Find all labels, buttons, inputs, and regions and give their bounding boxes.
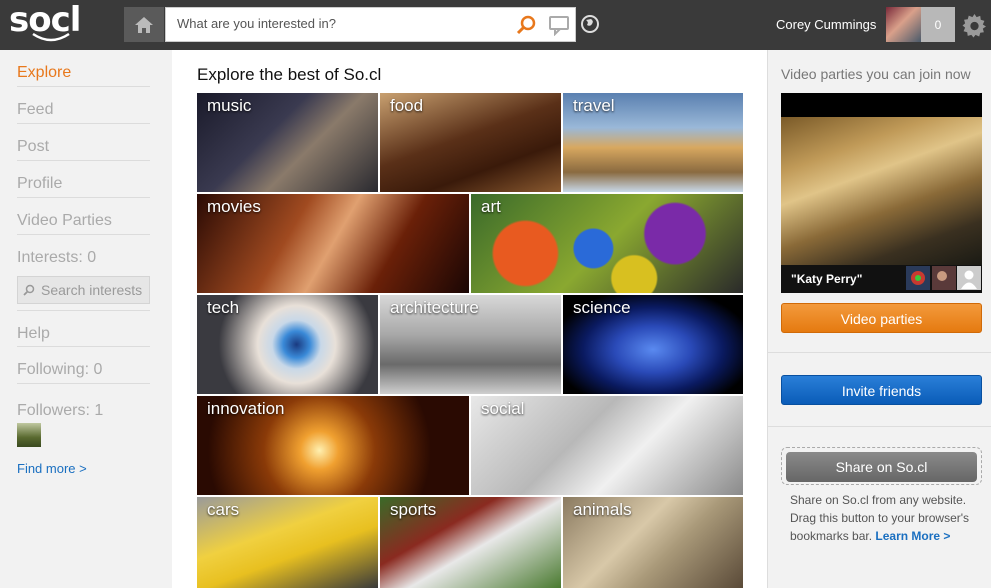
nav-following[interactable]: Following: 0 bbox=[17, 347, 150, 384]
learn-more-link[interactable]: Learn More > bbox=[875, 529, 950, 543]
search-icon bbox=[23, 284, 35, 296]
divider bbox=[768, 352, 991, 353]
video-thumbnail bbox=[781, 117, 982, 265]
nav-help[interactable]: Help bbox=[17, 310, 150, 347]
video-caption: "Katy Perry" bbox=[791, 272, 863, 286]
nav-profile[interactable]: Profile bbox=[17, 161, 150, 198]
tile-architecture[interactable]: architecture bbox=[380, 295, 561, 394]
notification-count[interactable]: 0 bbox=[921, 7, 955, 42]
share-on-socl-button[interactable]: Share on So.cl bbox=[786, 452, 977, 482]
tile-food[interactable]: food bbox=[380, 93, 561, 192]
tile-art[interactable]: art bbox=[471, 194, 743, 293]
home-icon bbox=[135, 16, 153, 33]
tile-tech[interactable]: tech bbox=[197, 295, 378, 394]
home-button[interactable] bbox=[124, 7, 164, 42]
nav-video-parties[interactable]: Video Parties bbox=[17, 198, 150, 235]
follower-avatar[interactable] bbox=[17, 423, 41, 447]
tile-label: art bbox=[481, 197, 501, 216]
tile-label: innovation bbox=[207, 399, 285, 418]
video-parties-button[interactable]: Video parties bbox=[781, 303, 982, 333]
share-bookmarklet-zone: Share on So.cl bbox=[781, 447, 982, 485]
tile-science[interactable]: science bbox=[563, 295, 743, 394]
tile-label: tech bbox=[207, 298, 240, 317]
nav-interests[interactable]: Interests: 0 bbox=[17, 235, 150, 272]
user-avatar[interactable] bbox=[886, 7, 921, 42]
tile-label: architecture bbox=[390, 298, 479, 317]
tile-sports[interactable]: sports bbox=[380, 497, 561, 588]
video-party-preview[interactable]: "Katy Perry" bbox=[781, 93, 982, 293]
top-bar: socl Corey Cummings 0 bbox=[0, 0, 991, 50]
tile-cars[interactable]: cars bbox=[197, 497, 378, 588]
divider bbox=[768, 426, 991, 427]
search-box bbox=[165, 7, 576, 42]
nav-feed[interactable]: Feed bbox=[17, 87, 150, 124]
participant-avatar[interactable] bbox=[957, 266, 981, 290]
tile-label: animals bbox=[573, 500, 632, 519]
socl-logo[interactable]: socl bbox=[9, 0, 81, 46]
find-more-link[interactable]: Find more > bbox=[17, 461, 87, 476]
search-interests-placeholder: Search interests bbox=[41, 282, 143, 298]
nav-followers[interactable]: Followers: 1 bbox=[17, 388, 150, 425]
logo-smile-icon bbox=[32, 32, 70, 42]
tile-label: movies bbox=[207, 197, 261, 216]
page-title: Explore the best of So.cl bbox=[197, 65, 382, 84]
left-nav: Explore Feed Post Profile Video Parties … bbox=[0, 50, 171, 588]
tile-label: cars bbox=[207, 500, 240, 519]
tile-label: sports bbox=[390, 500, 437, 519]
tile-label: music bbox=[207, 96, 252, 115]
tile-label: travel bbox=[573, 96, 615, 115]
participant-avatar[interactable] bbox=[906, 266, 930, 290]
nav-post[interactable]: Post bbox=[17, 124, 150, 161]
globe-icon[interactable] bbox=[578, 12, 602, 36]
explore-panel: Explore the best of So.cl music food tra… bbox=[172, 50, 767, 588]
tile-label: social bbox=[481, 399, 525, 418]
tile-innovation[interactable]: innovation bbox=[197, 396, 469, 495]
search-interests-field[interactable]: Search interests bbox=[17, 276, 150, 304]
tile-social[interactable]: social bbox=[471, 396, 743, 495]
invite-friends-button[interactable]: Invite friends bbox=[781, 375, 982, 405]
right-sidebar: Video parties you can join now "Katy Per… bbox=[767, 50, 991, 588]
chat-icon[interactable] bbox=[548, 14, 570, 36]
share-description: Share on So.cl from any website. Drag th… bbox=[790, 491, 980, 545]
tile-animals[interactable]: animals bbox=[563, 497, 743, 588]
nav-explore[interactable]: Explore bbox=[17, 50, 150, 87]
tile-travel[interactable]: travel bbox=[563, 93, 743, 192]
tile-label: food bbox=[390, 96, 424, 115]
search-icon[interactable] bbox=[516, 14, 538, 36]
tile-music[interactable]: music bbox=[197, 93, 378, 192]
video-parties-heading: Video parties you can join now bbox=[781, 66, 971, 82]
tile-movies[interactable]: movies bbox=[197, 194, 469, 293]
participant-avatar[interactable] bbox=[932, 266, 956, 290]
user-name[interactable]: Corey Cummings bbox=[776, 17, 876, 32]
gear-icon[interactable] bbox=[962, 13, 987, 38]
tile-label: science bbox=[573, 298, 631, 317]
search-input[interactable] bbox=[177, 16, 507, 31]
